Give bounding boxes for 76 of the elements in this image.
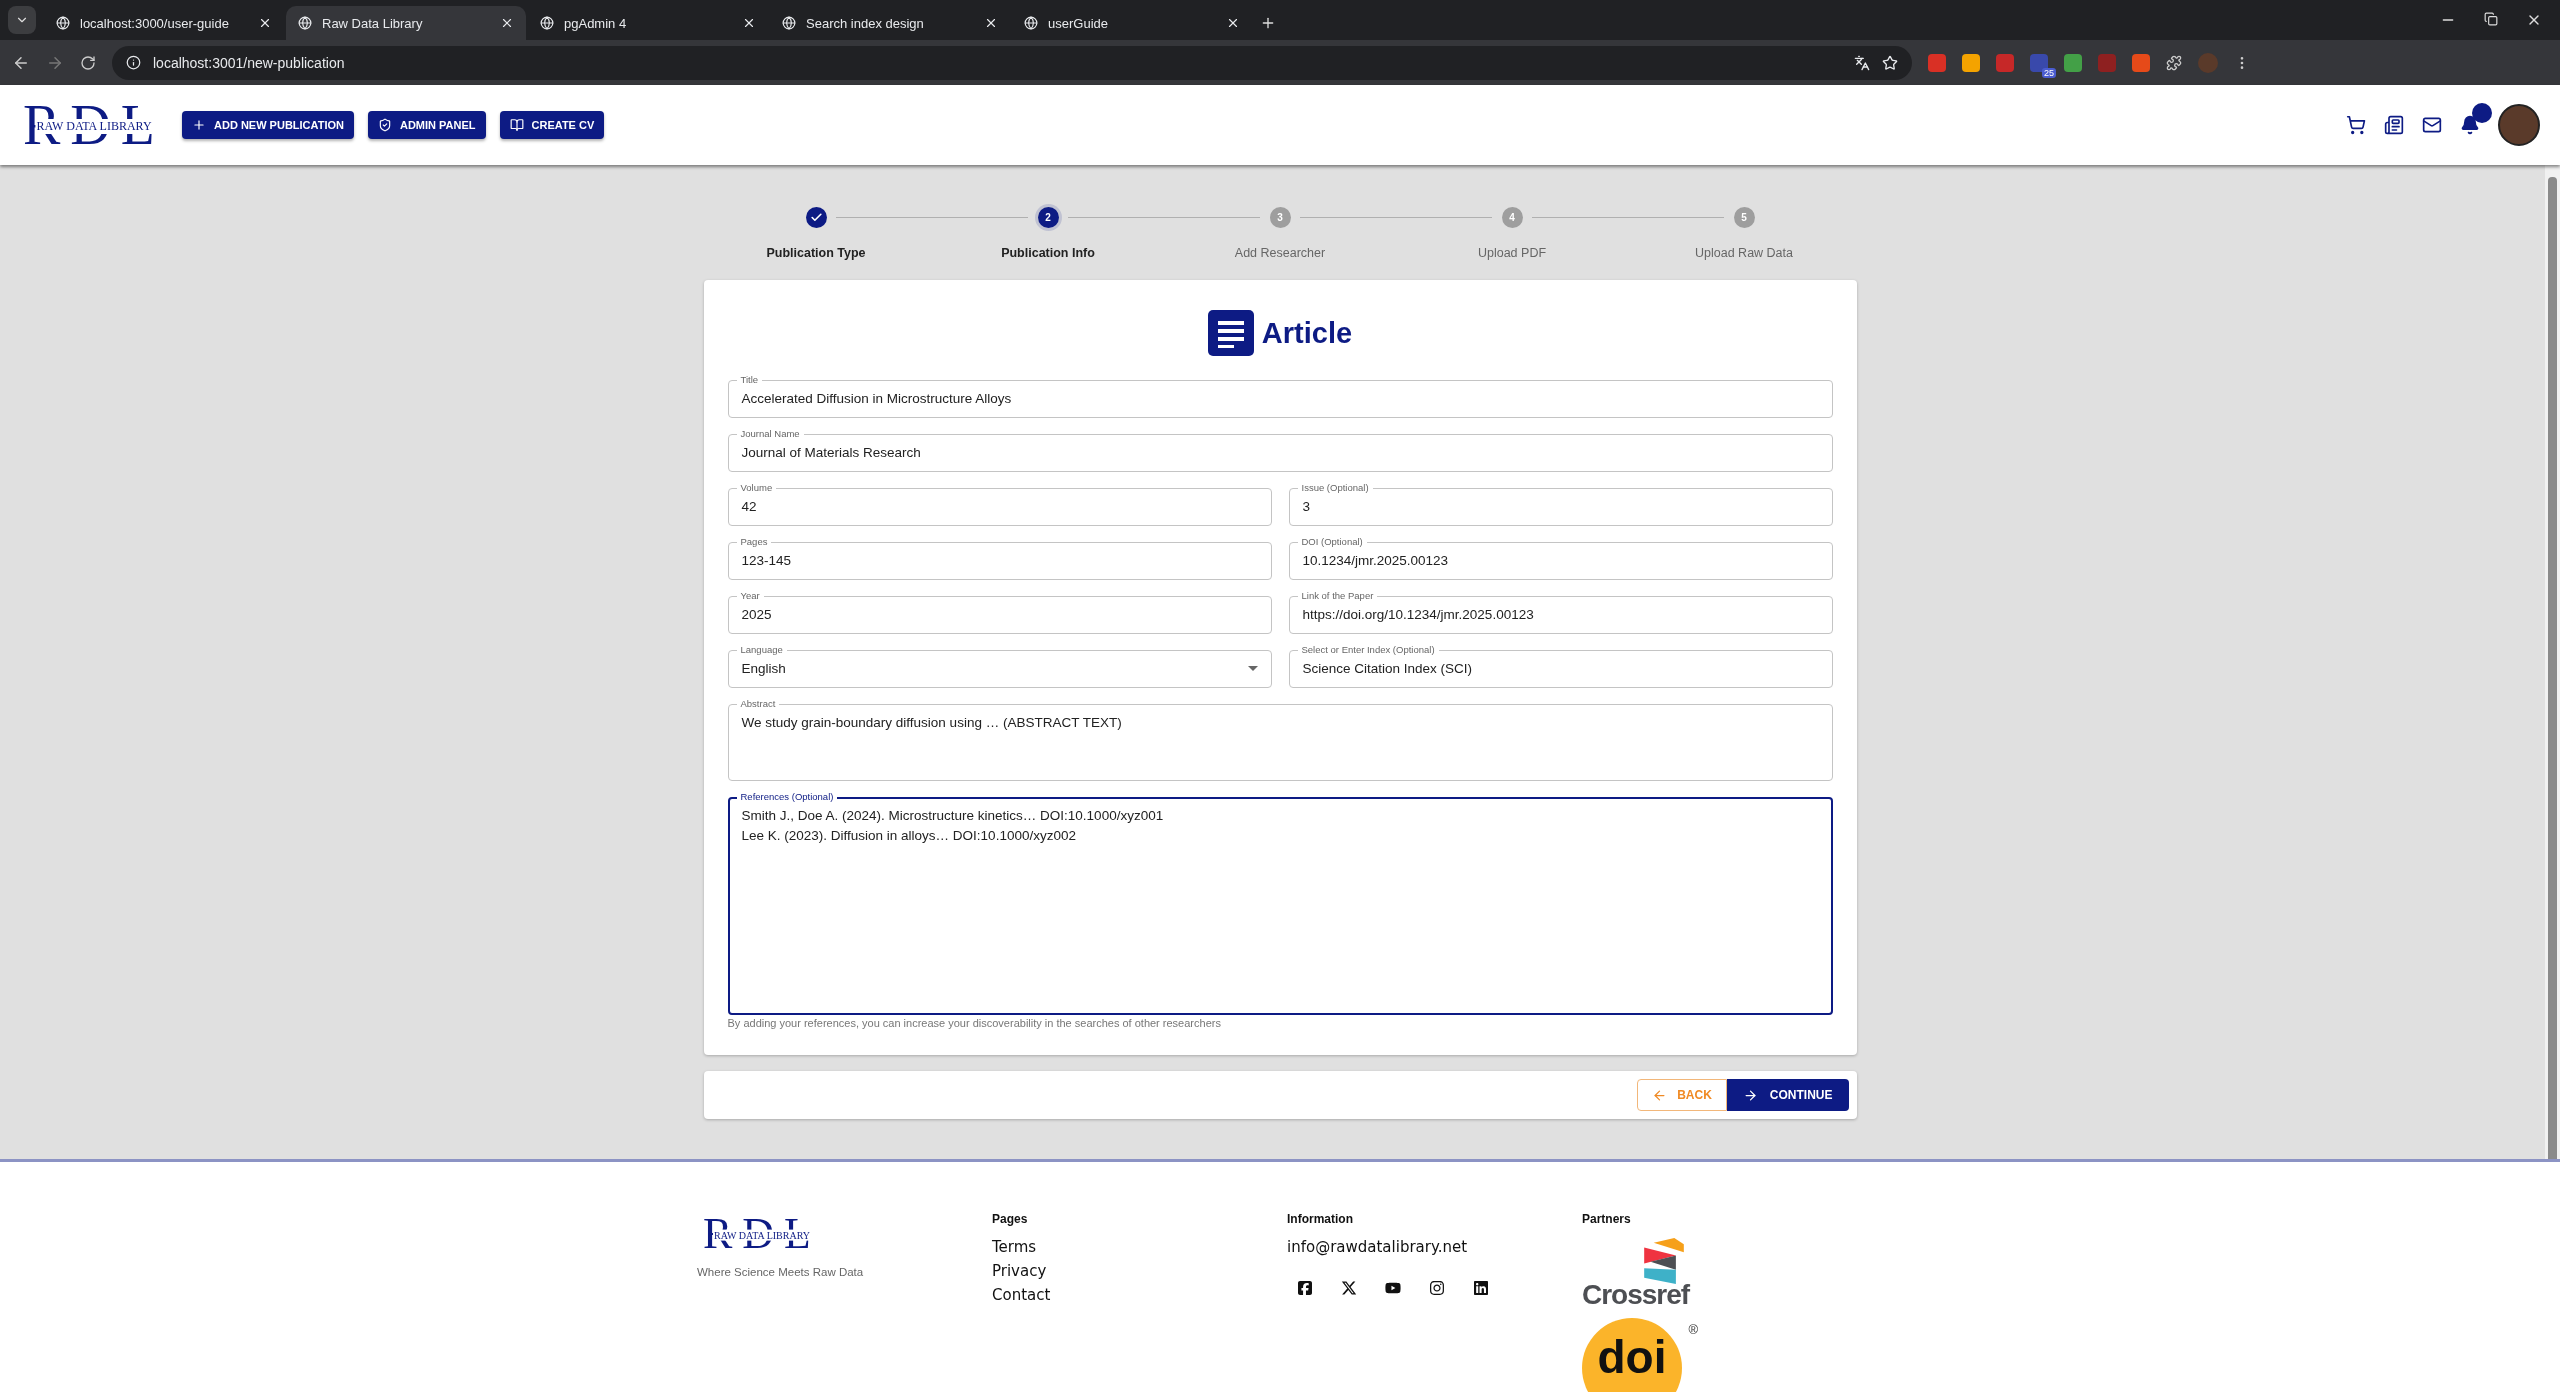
notification-bell-icon[interactable] [2460, 115, 2480, 135]
browser-tab[interactable]: localhost:3000/user-guide [44, 6, 284, 40]
field-label: Issue (Optional) [1297, 481, 1373, 494]
publications-icon[interactable] [2384, 115, 2404, 135]
step-label: Upload Raw Data [1695, 246, 1793, 260]
facebook-icon[interactable] [1297, 1280, 1313, 1296]
field-label: Link of the Paper [1297, 589, 1378, 602]
email-link[interactable]: info@rawdatalibrary.net [1287, 1238, 1582, 1256]
step-circle: 2 [1037, 207, 1059, 228]
address-bar[interactable]: localhost:3001/new-publication [112, 45, 1912, 80]
arrow-right-icon [1742, 1087, 1758, 1103]
instagram-icon[interactable] [1429, 1280, 1445, 1296]
extension-icon[interactable] [2132, 53, 2150, 72]
close-icon[interactable] [742, 16, 756, 30]
restore-icon[interactable] [2484, 12, 2498, 26]
step-label: Upload PDF [1477, 246, 1547, 260]
step-label: Publication Info [1001, 246, 1095, 260]
reload-icon[interactable] [80, 54, 96, 71]
linkedin-icon[interactable] [1473, 1280, 1489, 1296]
close-icon[interactable] [258, 16, 272, 30]
field-label: References (Optional) [736, 790, 838, 803]
step-circle: 3 [1269, 207, 1291, 228]
step-circle: 4 [1501, 207, 1523, 228]
nav-button[interactable]: ADD NEW PUBLICATION [182, 111, 354, 139]
youtube-icon[interactable] [1385, 1280, 1401, 1296]
extensions-icon[interactable] [2166, 54, 2182, 71]
globe-icon [56, 16, 70, 30]
tab-search-button[interactable] [8, 6, 36, 34]
browser-tab[interactable]: userGuide [1012, 6, 1252, 40]
dropdown-arrow-icon [1247, 666, 1258, 672]
close-icon[interactable] [984, 16, 998, 30]
helper-text: By adding your references, you can increase your discoverability in the searches of other researchers [727, 1017, 1222, 1029]
extension-icon[interactable] [1962, 53, 1980, 72]
globe-icon [540, 16, 554, 30]
browser-tab[interactable]: Search index design [770, 6, 1010, 40]
tagline: Where Science Meets Raw Data [697, 1266, 865, 1278]
book-icon [509, 118, 524, 132]
footer-heading: Pages [992, 1212, 1029, 1226]
globe-icon [298, 16, 312, 30]
extension-icon[interactable] [2064, 53, 2082, 72]
field-label: Title [736, 373, 763, 386]
browser-tab[interactable]: Raw Data Library [286, 6, 526, 40]
nav-button[interactable]: CREATE CV [499, 111, 605, 139]
close-icon[interactable] [1226, 16, 1240, 30]
footer-link[interactable]: Privacy [992, 1262, 1287, 1280]
field-label: DOI (Optional) [1297, 535, 1367, 548]
crossref-logo[interactable]: Crossref [1582, 1238, 1782, 1310]
step-circle: 5 [1733, 207, 1755, 228]
field-label: Journal Name [736, 427, 804, 440]
globe-icon [1024, 16, 1038, 30]
cart-icon[interactable] [2346, 115, 2366, 135]
continue-button[interactable]: CONTINUE [1726, 1079, 1849, 1111]
plus-icon [192, 118, 206, 132]
extension-badge: 25 [2042, 67, 2056, 78]
step-label: Add Researcher [1234, 246, 1326, 260]
scrollbar[interactable] [2545, 165, 2560, 1159]
form-heading: Article [1261, 316, 1353, 350]
nav-button[interactable]: ADMIN PANEL [367, 111, 486, 139]
footer-heading: Information [1287, 1212, 1354, 1226]
browser-tab[interactable]: pgAdmin 4 [528, 6, 768, 40]
field-label: Volume [736, 481, 777, 494]
close-icon[interactable] [500, 16, 514, 30]
user-avatar[interactable] [2498, 104, 2540, 146]
new-tab-icon[interactable] [1260, 15, 1276, 31]
field-label: Abstract [736, 697, 780, 710]
footer-heading: Partners [1582, 1212, 1632, 1226]
step-label: Publication Type [766, 246, 866, 260]
footer-link[interactable]: Terms [992, 1238, 1287, 1256]
globe-icon [782, 16, 796, 30]
x-logo-icon[interactable] [1341, 1280, 1357, 1296]
mail-icon[interactable] [2422, 115, 2442, 135]
extension-icon[interactable] [1928, 53, 1946, 72]
shield-icon [377, 118, 392, 132]
document-icon [1207, 310, 1254, 356]
footer-link[interactable]: Contact [992, 1286, 1287, 1304]
field-label: Select or Enter Index (Optional) [1297, 643, 1439, 656]
